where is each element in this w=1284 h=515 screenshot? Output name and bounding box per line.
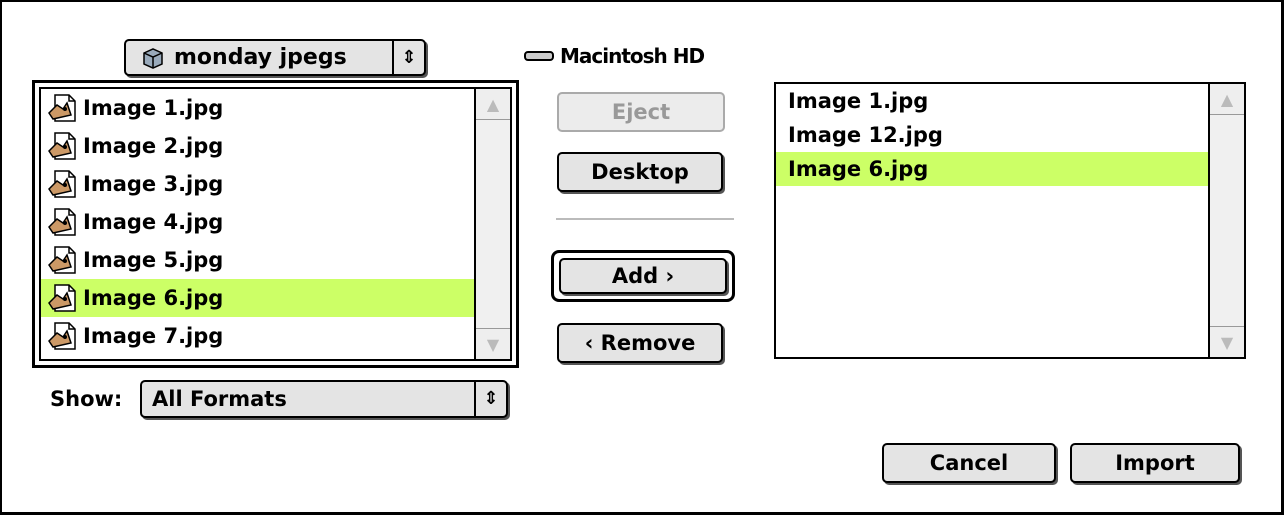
list-item-label: Image 1.jpg [788, 89, 929, 113]
jpeg-file-icon [48, 284, 76, 312]
cancel-button[interactable]: Cancel [882, 443, 1056, 483]
file-list[interactable]: Image 1.jpg Image 2.jpg Image 3.jpg Image 4… [39, 87, 512, 361]
disk-name: Macintosh HD [524, 44, 705, 68]
import-dialog: monday jpegs ⇕ Macintosh HD Image 1.jpg I… [0, 0, 1284, 515]
list-item-label: Image 4.jpg [83, 210, 224, 234]
list-item[interactable]: Image 2.jpg [41, 127, 474, 165]
list-item-label: Image 7.jpg [83, 324, 224, 348]
popup-arrows-icon: ⇕ [474, 382, 506, 416]
list-item[interactable]: Image 1.jpg [776, 84, 1208, 118]
desktop-button[interactable]: Desktop [557, 152, 723, 192]
import-button[interactable]: Import [1070, 443, 1240, 483]
disk-icon [524, 51, 554, 61]
list-item-label: Image 5.jpg [83, 248, 224, 272]
list-item[interactable]: Image 1.jpg [41, 89, 474, 127]
jpeg-file-icon [48, 208, 76, 236]
list-item-label: Image 12.jpg [788, 123, 943, 147]
folder-popup-menu[interactable]: monday jpegs ⇕ [124, 39, 426, 76]
eject-button[interactable]: Eject [557, 92, 725, 132]
show-format-value: All Formats [152, 387, 287, 411]
jpeg-file-icon [48, 170, 76, 198]
list-item-label: Image 6.jpg [83, 286, 224, 310]
list-item-label: Image 3.jpg [83, 172, 224, 196]
jpeg-file-icon [48, 94, 76, 122]
file-list-focus-ring: Image 1.jpg Image 2.jpg Image 3.jpg Image 4… [32, 80, 519, 368]
scroll-up-arrow-icon[interactable]: ▲ [476, 89, 510, 120]
folder-popup-label: monday jpegs [174, 45, 347, 70]
file-list-scrollbar[interactable]: ▲ ▼ [474, 89, 510, 359]
show-label: Show: [50, 387, 123, 411]
jpeg-file-icon [48, 246, 76, 274]
add-button[interactable]: Add › [559, 258, 727, 294]
list-item[interactable]: Image 7.jpg [41, 317, 474, 355]
list-item-label: Image 1.jpg [83, 96, 224, 120]
popup-arrows-icon: ⇕ [392, 41, 424, 74]
divider [556, 218, 734, 220]
jpeg-file-icon [48, 322, 76, 350]
import-list-scrollbar[interactable]: ▲ ▼ [1208, 84, 1244, 357]
scroll-down-arrow-icon[interactable]: ▼ [1210, 326, 1244, 357]
scroll-up-arrow-icon[interactable]: ▲ [1210, 84, 1244, 115]
folder-icon [140, 47, 166, 69]
file-list-rows: Image 1.jpg Image 2.jpg Image 3.jpg Image 4… [41, 89, 474, 359]
scroll-down-arrow-icon[interactable]: ▼ [476, 328, 510, 359]
list-item-label: Image 2.jpg [83, 134, 224, 158]
import-list[interactable]: Image 1.jpg Image 12.jpg Image 6.jpg ▲ ▼ [774, 82, 1246, 359]
show-format-popup[interactable]: All Formats ⇕ [140, 380, 508, 418]
default-button-ring: Add › [551, 250, 735, 302]
jpeg-file-icon [48, 132, 76, 160]
list-item[interactable]: Image 4.jpg [41, 203, 474, 241]
list-item[interactable]: Image 6.jpg [776, 152, 1208, 186]
disk-label: Macintosh HD [560, 44, 705, 68]
remove-button[interactable]: ‹ Remove [557, 323, 723, 363]
list-item[interactable]: Image 6.jpg [41, 279, 474, 317]
list-item[interactable]: Image 12.jpg [776, 118, 1208, 152]
import-list-rows: Image 1.jpg Image 12.jpg Image 6.jpg [776, 84, 1208, 357]
list-item[interactable]: Image 5.jpg [41, 241, 474, 279]
list-item-label: Image 6.jpg [788, 157, 929, 181]
list-item[interactable]: Image 3.jpg [41, 165, 474, 203]
